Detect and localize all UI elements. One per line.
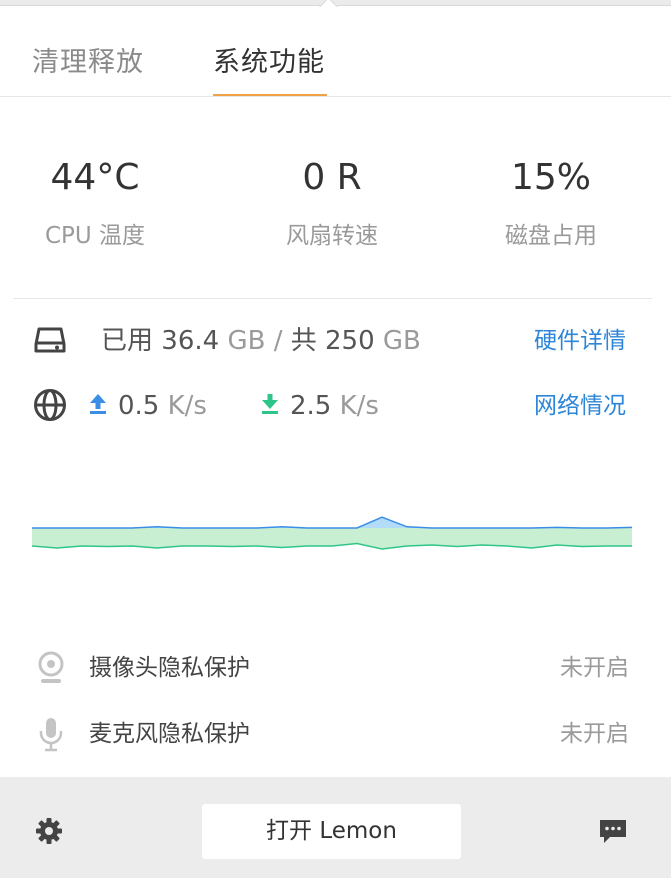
- disk-row: 已用 36.4 GB / 共 250 GB 硬件详情: [0, 320, 671, 360]
- download-arrow-icon: [262, 394, 278, 414]
- fan-speed-label: 风扇转速: [286, 223, 378, 249]
- message-icon[interactable]: [598, 817, 628, 845]
- cpu-temp-stat: 44°C CPU 温度: [0, 156, 205, 250]
- globe-icon: [34, 389, 66, 421]
- system-popover: 清理释放 系统功能 44°C CPU 温度 0 R 风扇转速 15% 磁盘占用 …: [0, 0, 671, 878]
- fan-speed-value: 0 R: [302, 157, 362, 198]
- disk-separator: /: [273, 326, 283, 356]
- disk-total-unit: GB: [382, 326, 421, 356]
- download-value: 2.5: [290, 391, 332, 421]
- network-traffic-chart: [32, 516, 632, 550]
- disk-usage-stat: 15% 磁盘占用: [441, 156, 661, 250]
- open-lemon-button[interactable]: 打开 Lemon: [202, 804, 461, 859]
- upload-series-line: [32, 516, 632, 529]
- hardware-details-link[interactable]: 硬件详情: [534, 323, 626, 359]
- microphone-privacy-status: 未开启: [560, 721, 629, 747]
- disk-usage-label: 磁盘占用: [505, 223, 597, 249]
- tab-bar: 清理释放 系统功能: [0, 6, 671, 97]
- disk-icon: [34, 327, 66, 353]
- disk-used-prefix: 已用: [101, 326, 154, 356]
- upload-area: [32, 517, 632, 528]
- upload-arrow-icon: [90, 394, 106, 414]
- upload-speed: 0.5 K/s: [118, 388, 207, 424]
- tab-cleanup[interactable]: 清理释放: [32, 40, 144, 79]
- upload-value: 0.5: [118, 391, 160, 421]
- upload-unit: K/s: [167, 391, 207, 421]
- microphone-privacy-label: 麦克风隐私保护: [89, 721, 250, 747]
- disk-total-prefix: 共: [290, 326, 317, 356]
- disk-used-unit: GB: [227, 326, 266, 356]
- divider: [13, 298, 652, 299]
- camera-privacy-row[interactable]: 摄像头隐私保护 未开启: [0, 646, 671, 690]
- disk-used-value: 36.4: [161, 326, 220, 356]
- disk-usage-value: 15%: [510, 157, 591, 198]
- camera-privacy-label: 摄像头隐私保护: [89, 655, 250, 681]
- gear-icon[interactable]: [35, 817, 63, 845]
- tab-system[interactable]: 系统功能: [213, 40, 325, 79]
- network-row: 0.5 K/s 2.5 K/s 网络情况: [0, 385, 671, 425]
- fan-speed-stat: 0 R 风扇转速: [222, 156, 442, 250]
- download-unit: K/s: [339, 391, 379, 421]
- microphone-icon: [39, 718, 63, 752]
- camera-icon: [38, 651, 64, 683]
- camera-privacy-status: 未开启: [560, 655, 629, 681]
- network-details-link[interactable]: 网络情况: [534, 388, 626, 424]
- microphone-privacy-row[interactable]: 麦克风隐私保护 未开启: [0, 712, 671, 756]
- cpu-temp-value: 44°C: [50, 157, 140, 198]
- disk-capacity-text: 已用 36.4 GB / 共 250 GB: [101, 323, 421, 359]
- footer-bar: 打开 Lemon: [0, 777, 671, 878]
- download-speed: 2.5 K/s: [290, 388, 379, 424]
- tab-active-indicator: [213, 94, 327, 96]
- cpu-temp-label: CPU 温度: [44, 223, 146, 249]
- disk-total-value: 250: [325, 326, 375, 356]
